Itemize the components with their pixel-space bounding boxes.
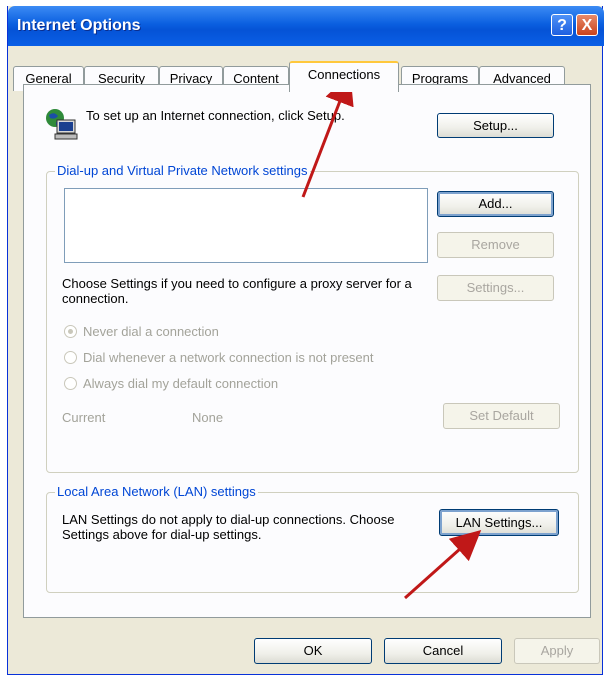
window-title: Internet Options: [17, 17, 141, 34]
connections-listbox[interactable]: [64, 188, 428, 263]
connections-panel: To set up an Internet connection, click …: [23, 84, 591, 618]
add-button[interactable]: Add...: [437, 191, 554, 217]
lan-settings-button[interactable]: LAN Settings...: [439, 509, 559, 536]
ok-button[interactable]: OK: [254, 638, 372, 664]
title-bar[interactable]: Internet Options ? X: [8, 6, 604, 46]
setup-button[interactable]: Setup...: [437, 113, 554, 138]
current-value: None: [192, 410, 224, 425]
settings-button[interactable]: Settings...: [437, 275, 554, 301]
radio-dial-when-no-network[interactable]: [64, 351, 77, 364]
dialup-group-legend: Dial-up and Virtual Private Network sett…: [55, 163, 310, 178]
network-connection-icon: [46, 109, 78, 140]
radio-never-dial-label: Never dial a connection: [83, 324, 219, 339]
help-button[interactable]: ?: [551, 14, 573, 36]
lan-instruction-text: LAN Settings do not apply to dial-up con…: [62, 512, 395, 542]
radio-dial-when-no-network-label: Dial whenever a network connection is no…: [83, 350, 374, 365]
lan-group-legend: Local Area Network (LAN) settings: [55, 484, 258, 499]
radio-never-dial[interactable]: [64, 325, 77, 338]
current-label: Current: [62, 410, 106, 425]
setup-instruction-text: To set up an Internet connection, click …: [86, 108, 345, 123]
remove-button[interactable]: Remove: [437, 232, 554, 258]
tab-connections[interactable]: Connections: [289, 61, 399, 92]
radio-always-dial-label: Always dial my default connection: [83, 376, 279, 391]
set-default-button[interactable]: Set Default: [443, 403, 560, 429]
cancel-button[interactable]: Cancel: [384, 638, 502, 664]
close-button[interactable]: X: [576, 14, 598, 36]
apply-button[interactable]: Apply: [514, 638, 600, 664]
lan-settings-group: [46, 492, 579, 593]
radio-always-dial[interactable]: [64, 377, 77, 390]
proxy-instruction-text: Choose Settings if you need to configure…: [62, 276, 412, 306]
